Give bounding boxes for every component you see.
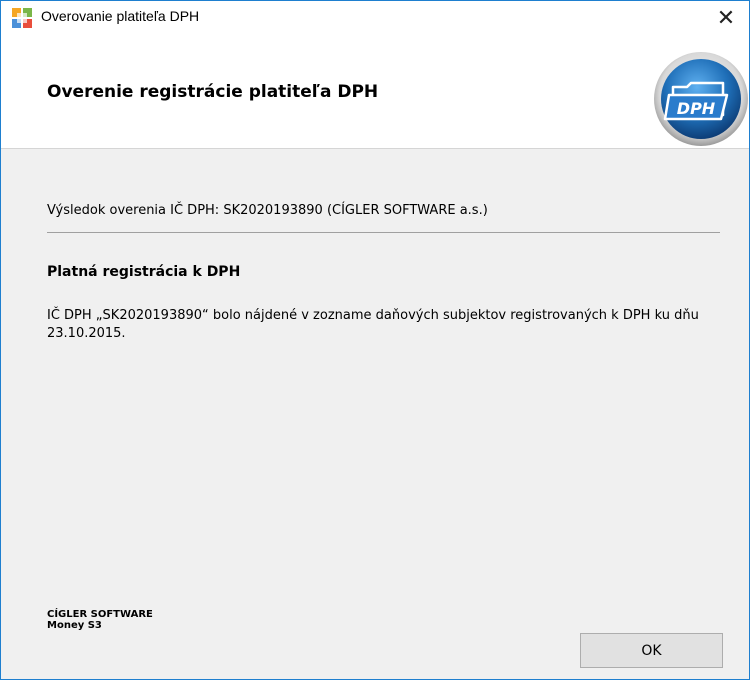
verification-message: IČ DPH „SK2020193890“ bolo nájdené v zoz…: [47, 308, 699, 341]
ok-button[interactable]: OK: [580, 633, 723, 668]
header-banner: Overenie registrácie platiteľa DPH DPH: [1, 35, 749, 149]
company-name: CÍGLER SOFTWARE: [47, 609, 153, 620]
divider: [47, 232, 720, 233]
verification-result: Výsledok overenia IČ DPH: SK2020193890 (…: [47, 203, 488, 218]
content-area: Výsledok overenia IČ DPH: SK2020193890 (…: [1, 149, 749, 679]
dph-folder-icon: DPH: [654, 52, 748, 146]
registration-status-heading: Platná registrácia k DPH: [47, 264, 241, 280]
product-name: Money S3: [47, 620, 102, 631]
dialog-window: Overovanie platiteľa DPH ✕ Overenie regi…: [0, 0, 750, 680]
app-icon: [12, 8, 32, 28]
close-icon: ✕: [716, 5, 736, 31]
close-button[interactable]: ✕: [703, 1, 749, 35]
window-title: Overovanie platiteľa DPH: [41, 8, 200, 24]
title-bar[interactable]: Overovanie platiteľa DPH ✕: [1, 1, 749, 35]
brand-label: CÍGLER SOFTWARE Money S3: [47, 609, 153, 631]
dph-logo-text: DPH: [677, 99, 716, 118]
header-title: Overenie registrácie platiteľa DPH: [47, 82, 379, 102]
